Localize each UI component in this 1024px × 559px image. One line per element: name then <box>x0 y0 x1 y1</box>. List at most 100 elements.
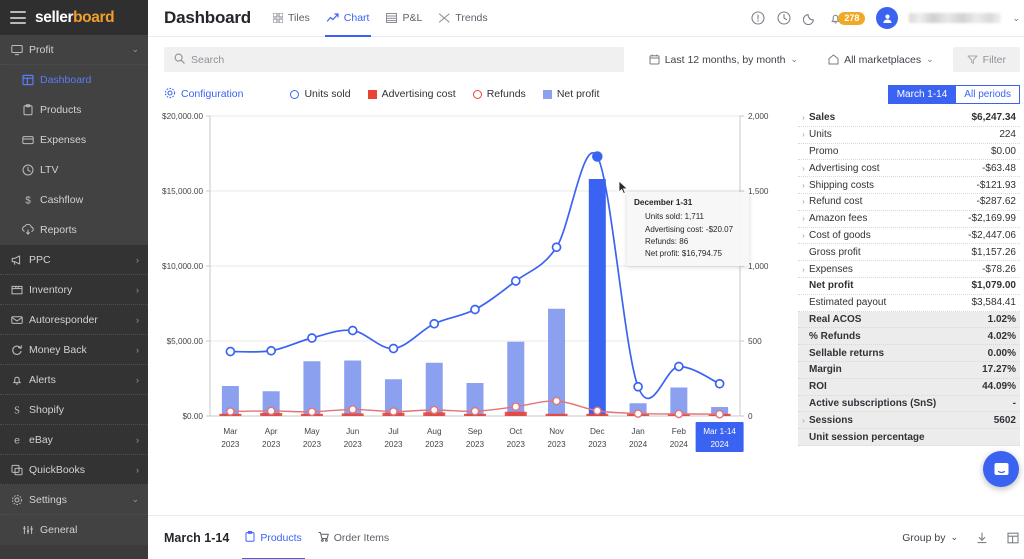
sidebar-item-dashboard[interactable]: Dashboard <box>0 65 148 95</box>
chart-bar-advertising-cost[interactable] <box>342 413 364 416</box>
sidebar-item-ebay[interactable]: eeBay› <box>0 425 148 455</box>
sidebar-item-inventory[interactable]: Inventory› <box>0 275 148 305</box>
sidebar-item-cashflow[interactable]: $Cashflow <box>0 185 148 215</box>
expand-arrow-icon[interactable]: › <box>798 181 809 190</box>
stats-row[interactable]: Promo$0.00 <box>798 144 1020 161</box>
group-by-button[interactable]: Group by ⌄ <box>902 532 958 544</box>
legend-item-refunds[interactable]: Refunds <box>473 88 526 100</box>
sidebar-item-profit[interactable]: Profit⌄ <box>0 35 148 65</box>
chevron-down-icon[interactable]: ⌄ <box>1012 13 1020 24</box>
sidebar-item-quickbooks[interactable]: QuickBooks› <box>0 455 148 485</box>
stats-row[interactable]: ›Expenses-$78.26 <box>798 261 1020 278</box>
info-icon[interactable] <box>750 11 765 26</box>
search-input[interactable]: Search <box>164 47 624 72</box>
stats-row[interactable]: Margin17.27% <box>798 362 1020 379</box>
chart-point-refunds[interactable] <box>227 408 234 415</box>
chart-point-refunds[interactable] <box>594 407 601 414</box>
sidebar-item-money-back[interactable]: Money Back› <box>0 335 148 365</box>
stats-row[interactable]: Net profit$1,079.00 <box>798 278 1020 295</box>
stats-row[interactable]: Active subscriptions (SnS)- <box>798 396 1020 413</box>
sidebar-item-general[interactable]: General <box>0 515 148 545</box>
legend-item-units-sold[interactable]: Units sold <box>290 88 350 100</box>
chart-point-refunds[interactable] <box>716 411 723 418</box>
columns-icon[interactable] <box>1005 530 1020 545</box>
chart-bar-advertising-cost[interactable] <box>505 412 527 416</box>
chart-point-units-sold[interactable] <box>512 277 520 285</box>
chart-point-units-sold[interactable] <box>430 320 438 328</box>
sidebar-item-autoresponder[interactable]: Autoresponder› <box>0 305 148 335</box>
chart-point-units-sold[interactable] <box>634 383 642 391</box>
chart-bar-net-profit[interactable] <box>589 179 606 416</box>
expand-arrow-icon[interactable]: › <box>798 416 809 425</box>
marketplace-selector[interactable]: All marketplaces ⌄ <box>817 47 945 72</box>
stats-row[interactable]: Gross profit$1,157.26 <box>798 244 1020 261</box>
chart-canvas[interactable]: $0.00$5,000.00$10,000.00$15,000.00$20,00… <box>148 106 798 466</box>
stats-row[interactable]: Sellable returns0.00% <box>798 345 1020 362</box>
stats-row[interactable]: ›Cost of goods-$2,447.06 <box>798 228 1020 245</box>
chart-point-units-sold[interactable] <box>471 306 479 314</box>
chart-point-refunds[interactable] <box>512 403 519 410</box>
bottom-tab-order-items[interactable]: Order Items <box>318 516 389 559</box>
tab-chart[interactable]: Chart <box>327 0 370 37</box>
date-range-selector[interactable]: Last 12 months, by month ⌄ <box>638 47 809 72</box>
chart-point-refunds[interactable] <box>634 410 641 417</box>
chart-point-units-sold[interactable] <box>308 334 316 342</box>
stats-row[interactable]: ›Sales$6,247.34 <box>798 110 1020 127</box>
chart-point-units-sold[interactable] <box>267 347 275 355</box>
legend-item-advertising-cost[interactable]: Advertising cost <box>368 88 456 100</box>
avatar[interactable] <box>876 7 898 29</box>
period-selected-button[interactable]: March 1-14 <box>888 85 957 104</box>
sidebar-item-reports[interactable]: Reports <box>0 215 148 245</box>
chart-point-refunds[interactable] <box>675 410 682 417</box>
stats-row[interactable]: ›Units224 <box>798 127 1020 144</box>
sidebar-item-ppc[interactable]: PPC› <box>0 245 148 275</box>
x-axis-tick[interactable]: Mar 1-14 <box>703 427 736 436</box>
expand-arrow-icon[interactable]: › <box>798 113 809 122</box>
stats-row[interactable]: ›Refund cost-$287.62 <box>798 194 1020 211</box>
history-icon[interactable] <box>776 11 791 26</box>
sidebar-item-settings[interactable]: Settings⌄ <box>0 485 148 515</box>
period-all-button[interactable]: All periods <box>956 85 1020 104</box>
chart-point-units-sold[interactable] <box>389 345 397 353</box>
legend-item-net-profit[interactable]: Net profit <box>543 88 600 100</box>
chart-point-units-sold[interactable] <box>716 380 724 388</box>
x-axis-tick-year[interactable]: 2024 <box>711 440 730 449</box>
notifications-button[interactable]: 278 <box>828 11 865 26</box>
stats-row[interactable]: ›Advertising cost-$63.48 <box>798 160 1020 177</box>
chart-point-units-sold[interactable] <box>349 327 357 335</box>
chart-bar-advertising-cost[interactable] <box>546 414 568 416</box>
stats-row[interactable]: ›Sessions5602 <box>798 412 1020 429</box>
moon-icon[interactable] <box>802 11 817 26</box>
expand-arrow-icon[interactable]: › <box>798 164 809 173</box>
expand-arrow-icon[interactable]: › <box>798 231 809 240</box>
stats-row[interactable]: Unit session percentage <box>798 429 1020 446</box>
stats-row[interactable]: % Refunds4.02% <box>798 328 1020 345</box>
chart-plot[interactable]: $0.00$5,000.00$10,000.00$15,000.00$20,00… <box>148 106 798 515</box>
account-name[interactable] <box>909 13 1001 23</box>
stats-row[interactable]: Estimated payout$3,584.41 <box>798 295 1020 312</box>
filter-button[interactable]: Filter <box>953 47 1020 72</box>
chart-point-refunds[interactable] <box>390 408 397 415</box>
expand-arrow-icon[interactable]: › <box>798 197 809 206</box>
configuration-button[interactable]: Configuration <box>164 87 243 102</box>
sidebar-item-shopify[interactable]: SShopify <box>0 395 148 425</box>
hamburger-icon[interactable] <box>10 11 26 24</box>
chart-point-units-sold[interactable] <box>553 243 561 251</box>
expand-arrow-icon[interactable]: › <box>798 130 809 139</box>
download-icon[interactable] <box>974 530 989 545</box>
chart-point-refunds[interactable] <box>308 408 315 415</box>
sidebar-item-alerts[interactable]: Alerts› <box>0 365 148 395</box>
expand-arrow-icon[interactable]: › <box>798 265 809 274</box>
chat-button[interactable] <box>983 451 1019 487</box>
tab-tiles[interactable]: Tiles <box>273 0 310 37</box>
sellerboard-logo[interactable]: sellerboard <box>35 9 114 27</box>
stats-row[interactable]: ›Shipping costs-$121.93 <box>798 177 1020 194</box>
chart-point-refunds[interactable] <box>431 406 438 413</box>
chart-point-refunds[interactable] <box>349 406 356 413</box>
sidebar-item-expenses[interactable]: Expenses <box>0 125 148 155</box>
tab-pl[interactable]: P&L <box>386 0 422 37</box>
sidebar-item-products[interactable]: Products <box>0 95 148 125</box>
chart-point-units-sold[interactable] <box>675 363 683 371</box>
chart-point-units-sold[interactable] <box>226 348 234 356</box>
stats-row[interactable]: ROI44.09% <box>798 379 1020 396</box>
